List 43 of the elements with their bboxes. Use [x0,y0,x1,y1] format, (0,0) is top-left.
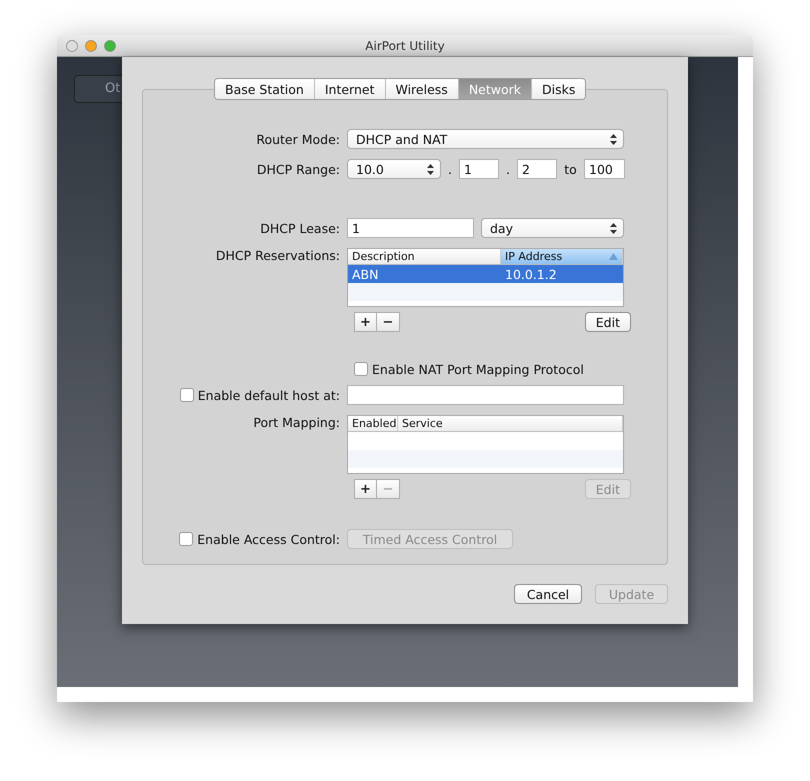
stepper-arrows-icon [610,134,617,144]
separator-text: . [447,162,453,176]
column-header[interactable]: Service [398,416,623,431]
checkbox[interactable] [354,362,368,376]
lease-input-field[interactable]: 1 [347,218,474,238]
stepper-arrows-icon [610,222,617,234]
add-button[interactable]: + [354,479,377,499]
window-control-icon[interactable] [85,40,97,52]
sort-triangle-icon [609,253,618,260]
field-label: Port Mapping: [252,415,341,430]
dialog-button[interactable]: Cancel [514,584,582,604]
range-to-text: to [563,162,578,176]
checkbox-label: Enable default host at: [198,388,340,402]
add-button[interactable]: + [354,312,377,332]
column-header[interactable]: IP Address [501,249,623,264]
input-field[interactable]: 100 [584,159,625,179]
input-field[interactable]: 2 [517,159,557,179]
field-label: DHCP Reservations: [214,248,341,263]
edit-button[interactable]: Edit [584,312,631,332]
input-field[interactable]: 1 [459,159,499,179]
window-control-icon[interactable] [104,40,116,52]
field-label: DHCP Lease: [259,220,341,236]
field-label: Router Mode: [255,132,341,146]
router-mode-popup[interactable]: DHCP and NAT [347,129,624,149]
checkbox-label: Enable NAT Port Mapping Protocol [372,362,584,376]
column-header[interactable]: Enabled [348,416,398,431]
checkbox[interactable] [180,388,194,402]
tab[interactable]: Base Station [215,79,314,99]
tab[interactable]: Wireless [384,79,458,99]
tab[interactable]: Disks [531,79,586,99]
checkbox-label: Enable Access Control: [197,532,340,546]
table-row[interactable]: ABN 10.0.1.2 [348,265,623,283]
window-control-icon[interactable] [66,40,78,52]
remove-button[interactable]: − [377,312,400,332]
separator-text: . [505,162,511,176]
tab[interactable]: Internet [314,79,384,99]
window-title: AirPort Utility [365,38,445,52]
range-prefix-popup[interactable]: 10.0 [347,159,441,179]
default-host-field[interactable] [347,385,624,405]
stepper-arrows-icon [427,164,434,174]
checkbox[interactable] [179,532,194,546]
lease-unit-popup[interactable]: day [481,218,624,238]
field-label: DHCP Range: [256,162,341,176]
